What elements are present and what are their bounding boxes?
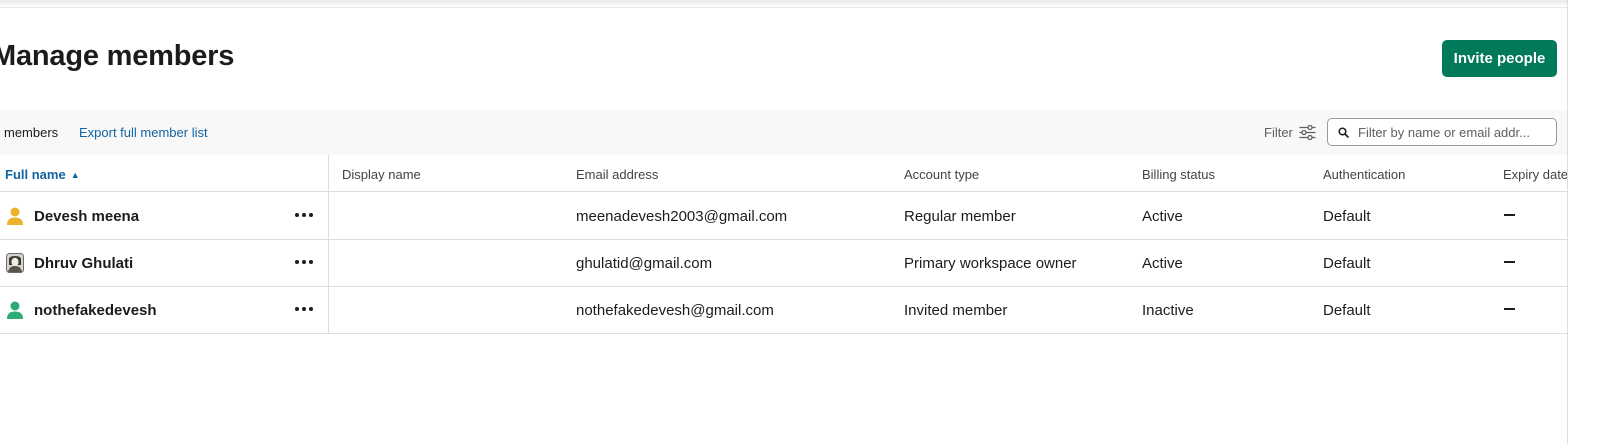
top-bar-shadow	[0, 0, 1570, 8]
member-full-name[interactable]: nothefakedevesh	[34, 302, 157, 319]
sort-ascending-icon: ▲	[70, 169, 80, 180]
page-title: Manage members	[0, 40, 235, 72]
manage-members-page: Manage members Invite people members Exp…	[0, 0, 1600, 444]
search-icon	[1338, 126, 1349, 138]
panel-right-border	[1567, 0, 1568, 444]
member-billing-status: Active	[1142, 255, 1183, 272]
column-header-display-name[interactable]: Display name	[342, 167, 421, 182]
member-expiry-date-empty	[1504, 308, 1515, 310]
member-account-type: Primary workspace owner	[904, 255, 1077, 272]
column-header-expiry-date[interactable]: Expiry date	[1503, 167, 1568, 182]
filter-button[interactable]: Filter	[1264, 122, 1316, 142]
member-authentication: Default	[1323, 208, 1371, 225]
member-email: nothefakedevesh@gmail.com	[576, 302, 774, 319]
column-header-account-type[interactable]: Account type	[904, 167, 979, 182]
column-header-billing-status[interactable]: Billing status	[1142, 167, 1215, 182]
more-actions-button[interactable]	[292, 299, 316, 319]
member-authentication: Default	[1323, 302, 1371, 319]
column-header-authentication[interactable]: Authentication	[1323, 167, 1405, 182]
table-row[interactable]: nothefakedevesh nothefakedevesh@gmail.co…	[0, 287, 1598, 334]
table-row[interactable]: Devesh meena meenadevesh2003@gmail.com R…	[0, 193, 1598, 240]
member-search-input[interactable]	[1358, 124, 1548, 140]
more-actions-button[interactable]	[292, 205, 316, 225]
column-header-full-name[interactable]: Full name ▲	[5, 167, 80, 182]
more-actions-button[interactable]	[292, 252, 316, 272]
sliders-icon	[1299, 124, 1316, 140]
right-gutter	[1568, 0, 1600, 444]
member-email: ghulatid@gmail.com	[576, 255, 713, 272]
member-billing-status: Inactive	[1142, 302, 1194, 319]
member-count-label: members	[4, 125, 59, 140]
member-search-field[interactable]	[1327, 118, 1557, 146]
member-full-name[interactable]: Devesh meena	[34, 208, 139, 225]
member-email: meenadevesh2003@gmail.com	[576, 208, 788, 225]
column-divider	[328, 155, 329, 333]
column-header-email[interactable]: Email address	[576, 167, 658, 182]
default-avatar-icon	[7, 301, 23, 319]
invite-people-button[interactable]: Invite people	[1442, 40, 1557, 77]
member-account-type: Regular member	[904, 208, 1016, 225]
export-member-list-link[interactable]: Export full member list	[79, 125, 208, 140]
column-header-label: Full name	[5, 167, 66, 182]
member-expiry-date-empty	[1504, 261, 1515, 263]
table-row[interactable]: Dhruv Ghulati ghulatid@gmail.com Primary…	[0, 240, 1598, 287]
member-billing-status: Active	[1142, 208, 1183, 225]
member-expiry-date-empty	[1504, 214, 1515, 216]
members-table-header: Full name ▲ Display name Email address A…	[0, 155, 1598, 192]
member-account-type: Invited member	[904, 302, 1008, 319]
member-full-name[interactable]: Dhruv Ghulati	[34, 255, 133, 272]
default-avatar-icon	[7, 207, 23, 225]
filter-label: Filter	[1264, 124, 1293, 140]
member-authentication: Default	[1323, 255, 1371, 272]
members-toolbar: members Export full member list Filter	[0, 110, 1598, 155]
profile-photo-avatar	[6, 253, 24, 273]
